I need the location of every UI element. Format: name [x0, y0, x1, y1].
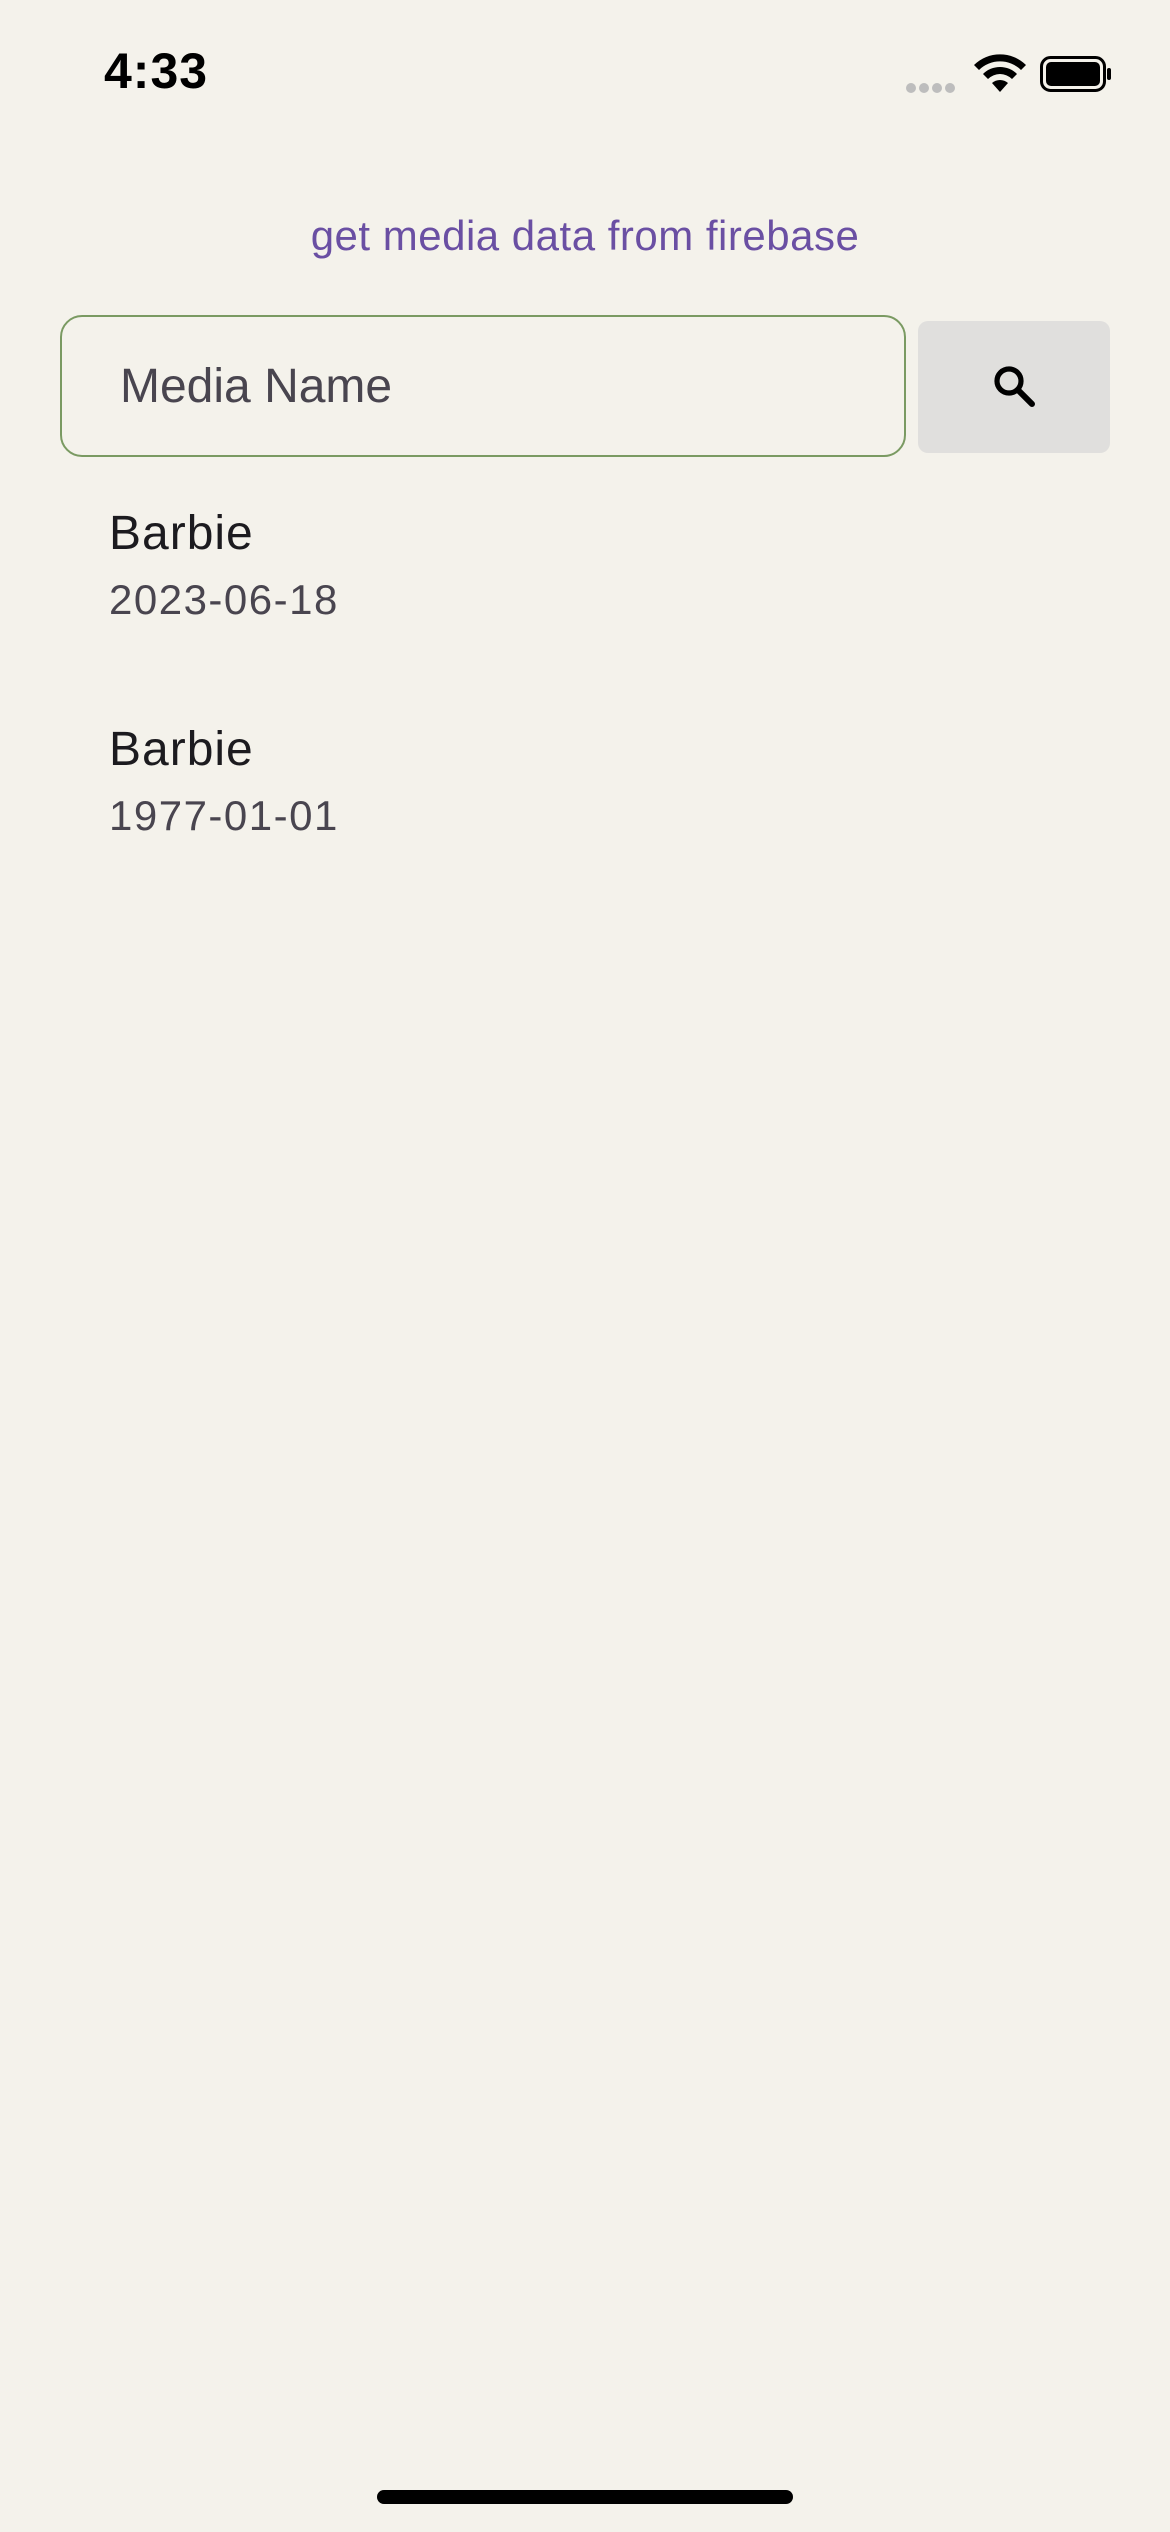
media-name-input[interactable] — [60, 315, 906, 457]
page-title-link[interactable]: get media data from firebase — [0, 212, 1170, 260]
battery-icon — [1040, 56, 1112, 92]
signal-dots-icon — [906, 80, 960, 93]
item-date: 2023-06-18 — [109, 576, 339, 623]
results-list: Barbie 2023-06-18 Barbie 1977-01-01 — [0, 470, 1170, 902]
list-item[interactable]: Barbie 2023-06-18 — [0, 470, 1170, 686]
search-button[interactable] — [918, 321, 1110, 453]
item-date: 1977-01-01 — [109, 792, 339, 839]
home-indicator[interactable] — [377, 2490, 793, 2504]
list-item[interactable]: Barbie 1977-01-01 — [0, 686, 1170, 902]
item-title: Barbie — [109, 507, 254, 560]
wifi-icon — [972, 52, 1028, 94]
search-icon — [990, 362, 1038, 413]
status-bar: 4:33 — [0, 0, 1170, 150]
item-title: Barbie — [109, 723, 254, 776]
status-time: 4:33 — [104, 43, 209, 99]
